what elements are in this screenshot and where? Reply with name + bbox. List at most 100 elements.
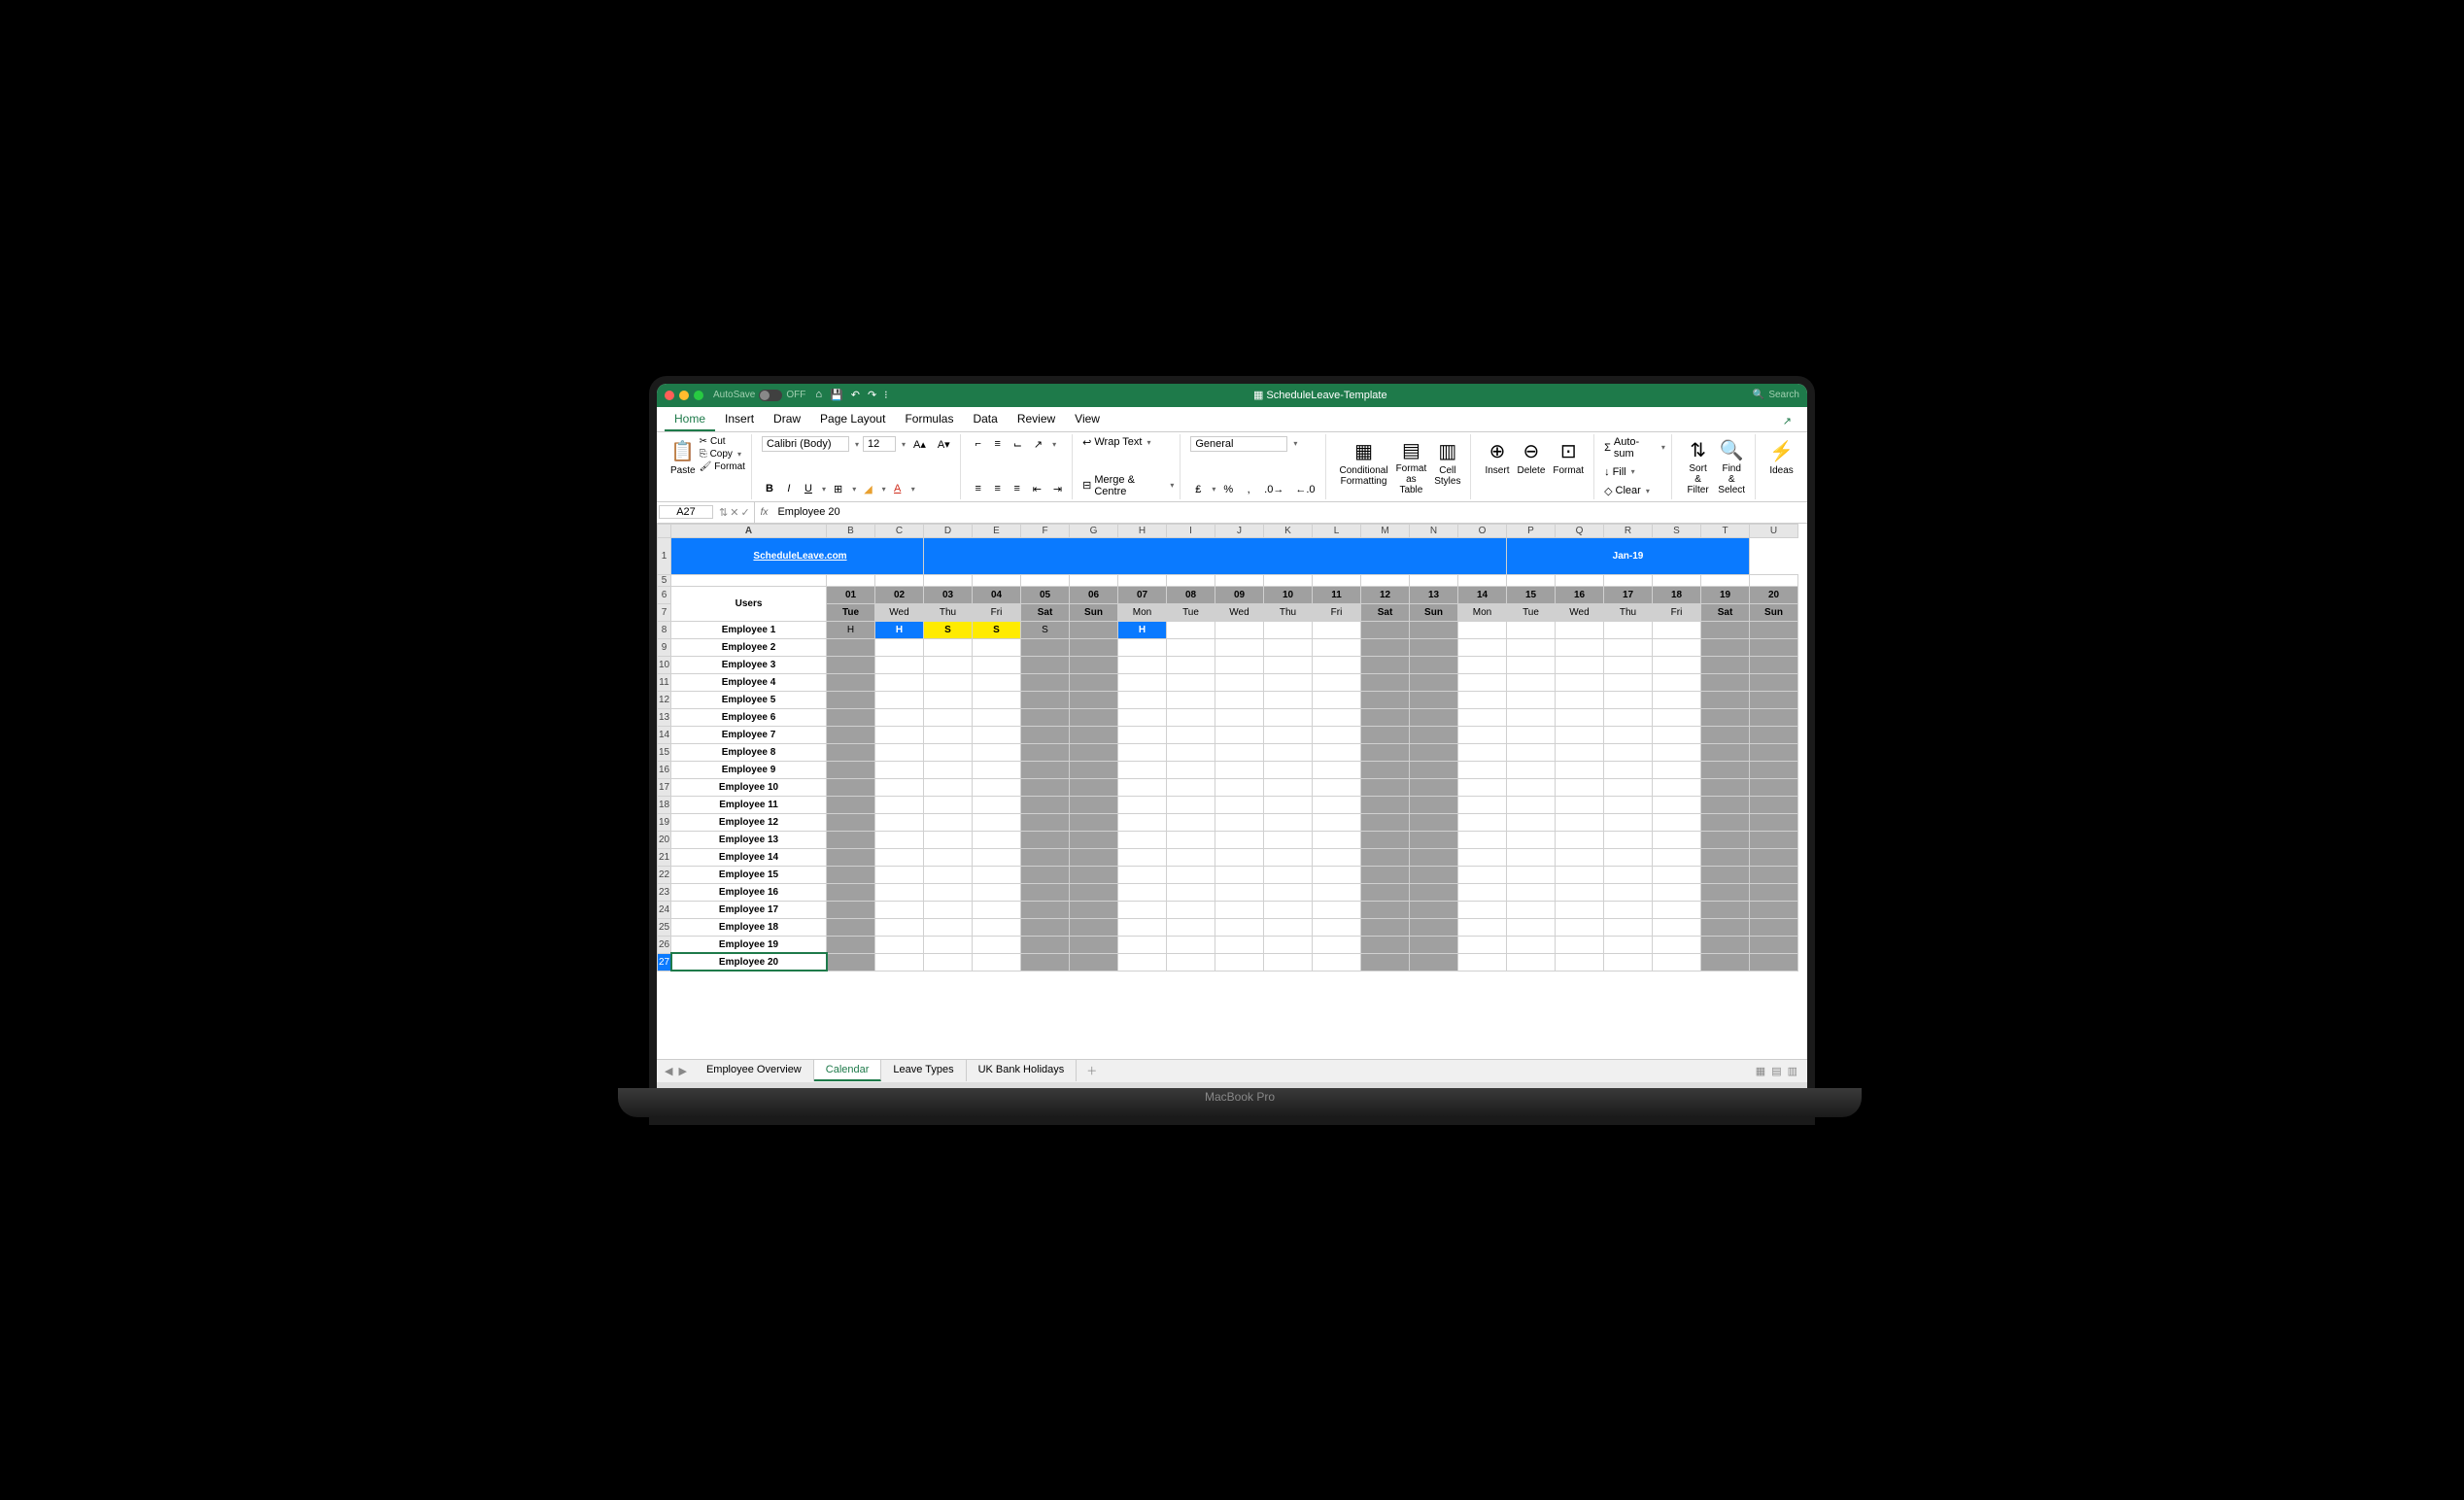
grid-cell[interactable] [875, 883, 924, 901]
grid-cell[interactable] [1215, 656, 1264, 673]
grid-cell[interactable] [1750, 726, 1798, 743]
align-middle-button[interactable]: ≡ [990, 436, 1006, 452]
grid-cell[interactable] [1458, 796, 1507, 813]
grid-cell[interactable] [1410, 726, 1458, 743]
grid-cell[interactable] [1701, 813, 1750, 831]
grid-cell[interactable] [1701, 761, 1750, 778]
orientation-button[interactable]: ↗ [1030, 436, 1046, 453]
grid-cell[interactable] [1556, 778, 1604, 796]
grid-cell[interactable] [1507, 708, 1556, 726]
grid-cell[interactable] [1021, 761, 1070, 778]
day-header[interactable]: Fri [1313, 603, 1361, 621]
grid-cell[interactable] [1264, 621, 1313, 638]
ribbon-tab-home[interactable]: Home [665, 408, 715, 431]
grid-cell[interactable] [875, 918, 924, 936]
grid-cell[interactable] [875, 778, 924, 796]
grid-cell[interactable] [924, 813, 973, 831]
grid-cell[interactable] [1264, 883, 1313, 901]
grid-cell[interactable] [1653, 953, 1701, 971]
grid-cell[interactable] [827, 638, 875, 656]
grid-cell[interactable] [1604, 918, 1653, 936]
grid-cell[interactable] [1313, 936, 1361, 953]
grid-cell[interactable] [1361, 883, 1410, 901]
grid-cell[interactable] [827, 866, 875, 883]
grid-cell[interactable] [1604, 761, 1653, 778]
grid-cell[interactable] [973, 953, 1021, 971]
date-header[interactable]: 04 [973, 586, 1021, 603]
column-header[interactable]: Q [1556, 524, 1604, 537]
grid-cell[interactable] [1750, 638, 1798, 656]
decrease-decimal-button[interactable]: ←.0 [1291, 482, 1318, 497]
grid-cell[interactable] [924, 691, 973, 708]
grid-cell[interactable] [1458, 831, 1507, 848]
grid-cell[interactable] [1604, 673, 1653, 691]
grid-cell[interactable]: H [827, 621, 875, 638]
grid-cell[interactable] [827, 743, 875, 761]
grid-cell[interactable] [827, 901, 875, 918]
grid-cell[interactable] [1604, 901, 1653, 918]
grid-cell[interactable] [1167, 778, 1215, 796]
grid-cell[interactable] [1604, 796, 1653, 813]
day-header[interactable]: Thu [924, 603, 973, 621]
grid-cell[interactable] [1701, 621, 1750, 638]
grid-cell[interactable]: H [875, 621, 924, 638]
column-header[interactable]: M [1361, 524, 1410, 537]
column-header[interactable]: S [1653, 524, 1701, 537]
grid-cell[interactable] [1313, 691, 1361, 708]
grid-cell[interactable] [1701, 638, 1750, 656]
ribbon-tab-page-layout[interactable]: Page Layout [810, 408, 895, 431]
grid-cell[interactable] [924, 638, 973, 656]
grid-cell[interactable] [1021, 656, 1070, 673]
employee-name-cell[interactable]: Employee 6 [671, 708, 827, 726]
employee-name-cell[interactable]: Employee 11 [671, 796, 827, 813]
grid-cell[interactable] [827, 778, 875, 796]
date-header[interactable]: 14 [1458, 586, 1507, 603]
grid-cell[interactable] [1361, 708, 1410, 726]
row-header[interactable]: 17 [658, 778, 671, 796]
grid-cell[interactable] [1167, 866, 1215, 883]
grid-cell[interactable] [875, 656, 924, 673]
grid-cell[interactable] [973, 848, 1021, 866]
grid-cell[interactable] [924, 901, 973, 918]
page-layout-view-icon[interactable]: ▤ [1771, 1065, 1781, 1077]
row-header[interactable]: 7 [658, 603, 671, 621]
grid-cell[interactable] [1264, 813, 1313, 831]
grid-cell[interactable] [924, 831, 973, 848]
home-icon[interactable]: ⌂ [815, 389, 822, 401]
grid-cell[interactable] [1021, 918, 1070, 936]
grid-cell[interactable] [1021, 708, 1070, 726]
grid-cell[interactable] [1021, 866, 1070, 883]
row-header[interactable]: 18 [658, 796, 671, 813]
empty-grid-area[interactable] [657, 972, 1807, 1059]
grid-cell[interactable] [875, 638, 924, 656]
grid-cell[interactable] [1507, 883, 1556, 901]
grid-cell[interactable] [1118, 691, 1167, 708]
grid-cell[interactable] [1021, 796, 1070, 813]
employee-name-cell[interactable]: Employee 19 [671, 936, 827, 953]
grid-cell[interactable] [827, 831, 875, 848]
grid-cell[interactable] [1215, 778, 1264, 796]
employee-name-cell[interactable]: Employee 20 [671, 953, 827, 971]
grid-cell[interactable] [1215, 953, 1264, 971]
column-header[interactable]: F [1021, 524, 1070, 537]
grid-cell[interactable] [973, 761, 1021, 778]
grid-cell[interactable]: H [1118, 621, 1167, 638]
copy-button[interactable]: ⎘Copy▾ [700, 449, 745, 460]
grid-cell[interactable] [1750, 621, 1798, 638]
grid-cell[interactable] [1458, 708, 1507, 726]
grid-cell[interactable] [1215, 708, 1264, 726]
spreadsheet-grid[interactable]: ABCDEFGHIJKLMNOPQRSTU1ScheduleLeave.comJ… [657, 524, 1807, 972]
grid-cell[interactable] [1118, 708, 1167, 726]
grid-cell[interactable] [1313, 778, 1361, 796]
page-break-view-icon[interactable]: ▥ [1788, 1065, 1797, 1077]
font-size-select[interactable] [863, 436, 896, 452]
grid-cell[interactable] [1410, 743, 1458, 761]
day-header[interactable]: Wed [1556, 603, 1604, 621]
grid-cell[interactable] [1021, 743, 1070, 761]
grid-cell[interactable] [1264, 761, 1313, 778]
grid-cell[interactable] [924, 656, 973, 673]
column-header[interactable]: K [1264, 524, 1313, 537]
grid-cell[interactable] [1070, 691, 1118, 708]
grid-cell[interactable] [1750, 691, 1798, 708]
grid-cell[interactable] [924, 848, 973, 866]
